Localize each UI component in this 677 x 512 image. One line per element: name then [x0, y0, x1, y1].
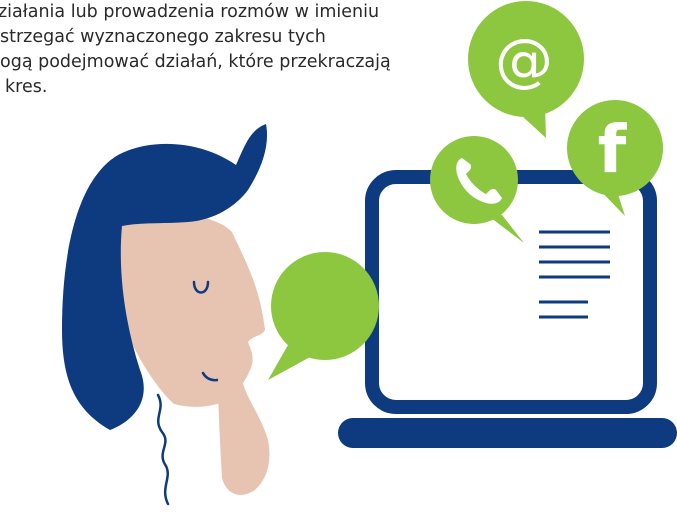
laptop-icon [338, 170, 677, 448]
laptop-base [338, 418, 677, 448]
illustration: @ f [62, 1, 677, 506]
email-bubble: @ [468, 1, 584, 138]
at-sign-icon: @ [495, 26, 553, 94]
document-lines [539, 230, 610, 319]
person-illustration [62, 124, 270, 506]
laptop-screen-frame [365, 170, 657, 414]
phone-bubble [430, 136, 524, 243]
facebook-icon: f [598, 111, 628, 188]
collar-line [156, 393, 170, 506]
speech-bubble-icon [268, 252, 379, 380]
